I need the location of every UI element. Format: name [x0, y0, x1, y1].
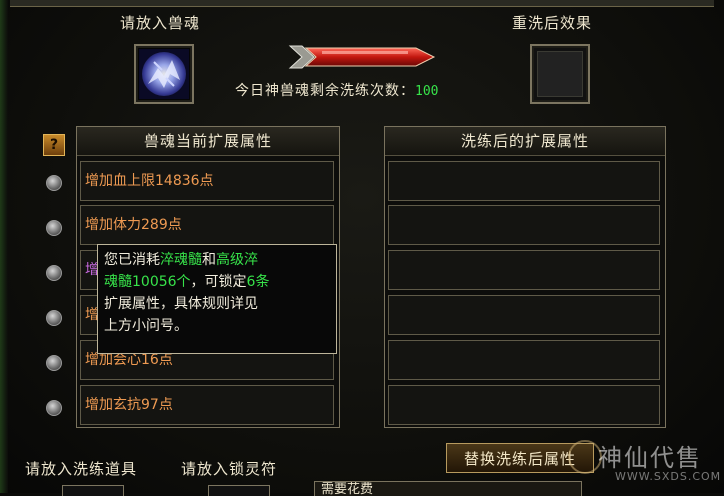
tooltip-text: ，可锁定 — [190, 274, 247, 290]
wash-count-value: 100 — [415, 84, 439, 99]
tooltip-item-count: 魂髓10056个 — [104, 274, 191, 290]
background-edge — [0, 0, 8, 493]
washed-attr-title: 洗练后的扩展属性 — [385, 127, 665, 156]
result-slot — [530, 44, 590, 104]
place-soul-label: 请放入兽魂 — [120, 14, 201, 32]
wash-count-text: 今日神兽魂剩余洗练次数：100 — [235, 80, 438, 100]
tooltip-item-name: 淬魂髓 — [160, 252, 202, 268]
wash-arrow-icon — [288, 45, 436, 69]
current-attr-title: 兽魂当前扩展属性 — [77, 127, 339, 156]
lock-talisman-label: 请放入锁灵符 — [181, 460, 278, 478]
tooltip-line: 您已消耗淬魂髓和高级淬 — [104, 249, 330, 271]
tooltip-item-name: 高级淬 — [216, 252, 258, 268]
watermark-logo-icon — [568, 440, 602, 474]
washed-attr-row — [388, 161, 660, 201]
tooltip-text: 您已消耗 — [104, 252, 160, 268]
beast-soul-icon — [139, 49, 189, 99]
lock-radio[interactable] — [46, 265, 62, 281]
washed-attr-row — [388, 250, 660, 290]
lock-radio[interactable] — [46, 310, 62, 326]
attr-row: 增加玄抗97点 — [80, 385, 334, 425]
cost-panel: 需要花费 — [314, 481, 582, 496]
result-label: 重洗后效果 — [512, 14, 593, 32]
lock-info-tooltip: 您已消耗淬魂髓和高级淬 魂髓10056个，可锁定6条 扩展属性，具体规则详见 上… — [97, 244, 337, 354]
watermark-url: WWW.SXDS.COM — [615, 470, 722, 483]
help-button[interactable]: ? — [43, 134, 65, 156]
lock-talisman-slot[interactable] — [208, 485, 270, 496]
attr-row: 增加体力289点 — [80, 205, 334, 245]
wash-count-label: 今日神兽魂剩余洗练次数： — [235, 83, 415, 99]
lock-radio[interactable] — [46, 400, 62, 416]
washed-attr-row — [388, 340, 660, 380]
window-top-border — [10, 0, 714, 7]
wash-item-slot[interactable] — [62, 485, 124, 496]
tooltip-line: 上方小问号。 — [104, 318, 188, 334]
tooltip-lock-count: 6条 — [246, 274, 270, 290]
attr-row: 增加血上限14836点 — [80, 161, 334, 201]
washed-attr-row — [388, 295, 660, 335]
tooltip-line: 魂髓10056个，可锁定6条 — [104, 271, 330, 293]
result-slot-inner — [537, 51, 583, 97]
tooltip-text: 和 — [202, 252, 216, 268]
tooltip-line: 扩展属性，具体规则详见 — [104, 296, 258, 312]
lock-radio[interactable] — [46, 355, 62, 371]
watermark-text: 神仙代售 — [598, 444, 702, 472]
soul-slot[interactable] — [134, 44, 194, 104]
lock-radio[interactable] — [46, 220, 62, 236]
lock-radio[interactable] — [46, 175, 62, 191]
washed-attr-row — [388, 205, 660, 245]
washed-attr-row — [388, 385, 660, 425]
wash-item-label: 请放入洗练道具 — [25, 460, 138, 478]
